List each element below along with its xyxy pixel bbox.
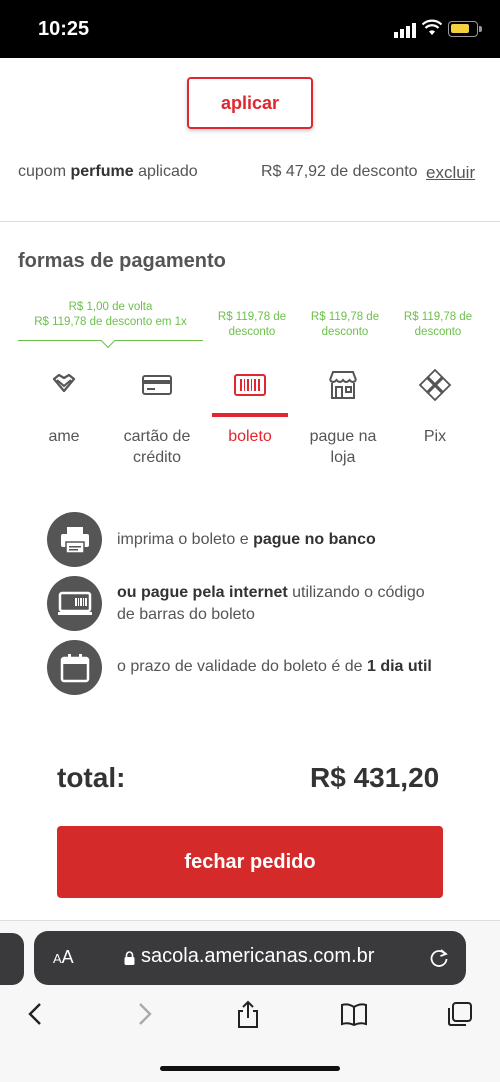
payment-section-title: formas de pagamento [18,250,226,272]
wifi-icon [422,19,442,35]
printer-icon [47,512,102,567]
apply-coupon-button[interactable]: aplicar [187,77,313,129]
coupon-applied-text: cupom perfume aplicado [18,163,198,180]
status-time: 10:25 [38,18,90,40]
status-bar: 10:25 [0,0,500,58]
promo-store: R$ 119,78 de desconto [310,311,380,338]
promo-ame: R$ 1,00 de volta R$ 119,78 de desconto em… [34,301,187,328]
previous-tab-preview[interactable] [0,933,24,985]
boleto-info-validity: o prazo de validade do boleto é de 1 dia… [117,658,432,675]
boleto-info-internet: ou pague pela internet utilizando o códi… [117,584,425,623]
barcode-icon [234,374,266,396]
lock-icon [124,951,135,965]
total-value: R$ 431,20 [310,762,440,793]
promo-pix: R$ 119,78 de desconto [403,311,473,338]
text-size-button[interactable]: AA [53,947,74,968]
home-indicator [160,1066,340,1071]
tabs-icon[interactable] [446,1000,474,1028]
coupon-discount: R$ 47,92 de desconto [261,163,418,180]
ame-heart-icon [52,373,76,393]
battery-icon [448,21,482,37]
promo-pointer [100,333,116,349]
divider [0,221,500,222]
checkout-button[interactable]: fechar pedido [57,826,443,898]
share-icon[interactable] [234,1000,262,1028]
store-icon [329,371,357,399]
boleto-info-print: imprima o boleto e pague no banco [117,531,376,548]
pix-icon [418,368,452,402]
bookmarks-icon[interactable] [340,1000,368,1028]
calendar-icon [47,640,102,695]
reload-icon[interactable] [428,947,450,969]
credit-card-icon [142,375,172,395]
coupon-code: perfume [70,163,134,180]
forward-icon[interactable] [130,1000,158,1028]
active-method-indicator [212,413,288,417]
back-icon[interactable] [22,1000,50,1028]
remove-coupon-link[interactable]: excluir [426,163,475,183]
signal-icon [394,23,416,38]
total-label: total: [57,762,126,793]
url-text[interactable]: sacola.americanas.com.br [141,945,374,968]
computer-barcode-icon [47,576,102,631]
promo-boleto: R$ 119,78 de desconto [217,311,287,338]
